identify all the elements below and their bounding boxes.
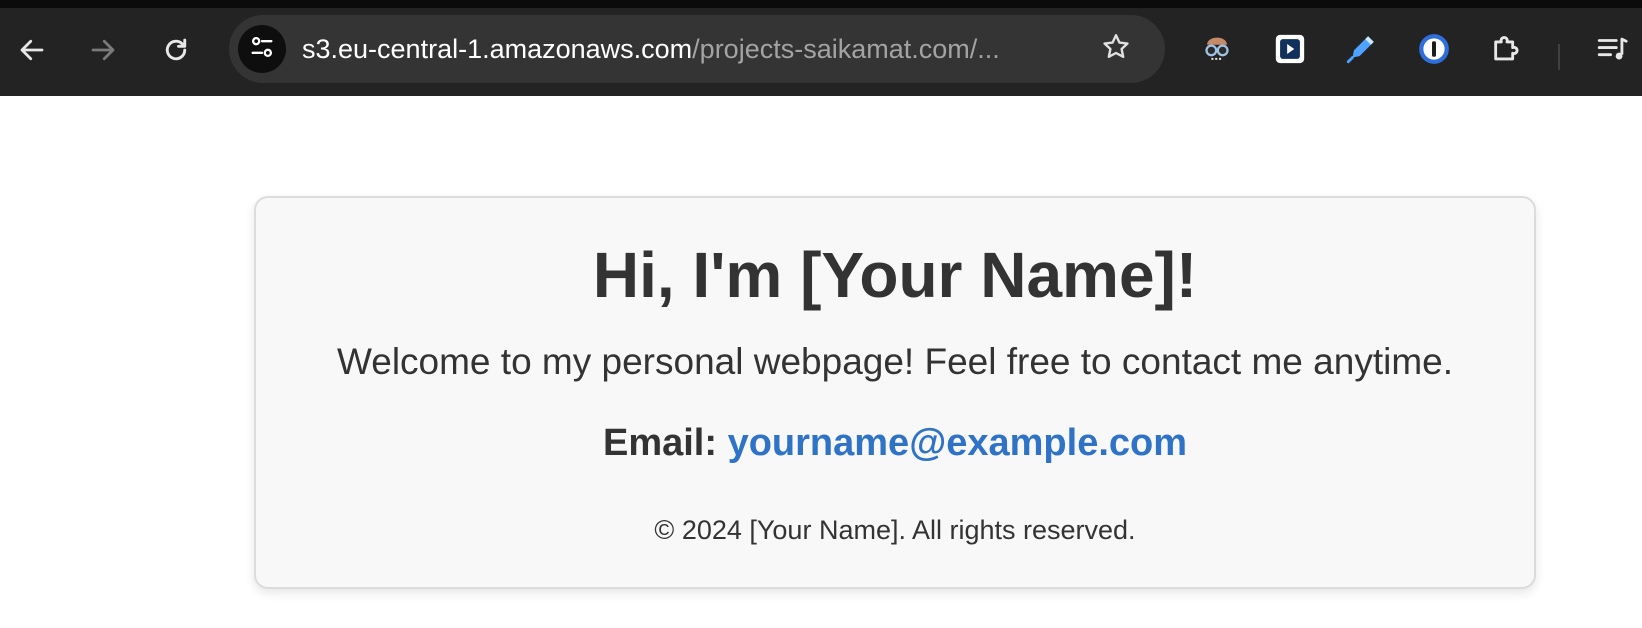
browser-toolbar: s3.eu-central-1.amazonaws.com/projects-s… xyxy=(0,0,1642,96)
password-manager-icon xyxy=(1417,32,1451,71)
play-box-icon xyxy=(1273,32,1307,71)
url-host: s3.eu-central-1.amazonaws.com xyxy=(302,34,693,64)
url-path: /projects-saikamat.com/... xyxy=(692,34,1000,64)
tune-icon xyxy=(248,33,276,66)
back-arrow-icon xyxy=(17,35,47,65)
toolbar-divider xyxy=(1558,44,1560,70)
forward-button[interactable] xyxy=(83,30,123,70)
site-info-button[interactable] xyxy=(238,25,286,73)
email-line: Email: yourname@example.com xyxy=(256,420,1534,466)
forward-arrow-icon xyxy=(88,35,118,65)
email-label: Email: xyxy=(602,422,718,464)
footer-copyright: © 2024 [Your Name]. All rights reserved. xyxy=(654,515,1136,545)
spy-glasses-icon xyxy=(1200,32,1234,71)
back-button[interactable] xyxy=(12,30,52,70)
media-queue-button[interactable] xyxy=(1594,33,1630,69)
highlighter-pen-icon xyxy=(1344,32,1378,71)
extension-play-button[interactable] xyxy=(1272,33,1308,69)
extensions-menu-button[interactable] xyxy=(1489,33,1525,69)
welcome-text: Welcome to my personal webpage! Feel fre… xyxy=(336,341,1454,382)
extension-spy-button[interactable] xyxy=(1199,33,1235,69)
extension-password-button[interactable] xyxy=(1416,33,1452,69)
reload-icon xyxy=(161,35,191,65)
star-icon xyxy=(1100,31,1132,68)
profile-card: Hi, I'm [Your Name]! Welcome to my perso… xyxy=(254,196,1536,589)
page-title: Hi, I'm [Your Name]! xyxy=(592,239,1198,311)
extension-highlighter-button[interactable] xyxy=(1343,33,1379,69)
address-bar[interactable]: s3.eu-central-1.amazonaws.com/projects-s… xyxy=(229,15,1165,83)
email-link[interactable]: yourname@example.com xyxy=(728,422,1187,464)
media-queue-icon xyxy=(1595,32,1629,71)
reload-button[interactable] xyxy=(156,30,196,70)
puzzle-piece-icon xyxy=(1490,32,1524,71)
url-text[interactable]: s3.eu-central-1.amazonaws.com/projects-s… xyxy=(302,15,1000,83)
bookmark-button[interactable] xyxy=(1096,29,1136,69)
